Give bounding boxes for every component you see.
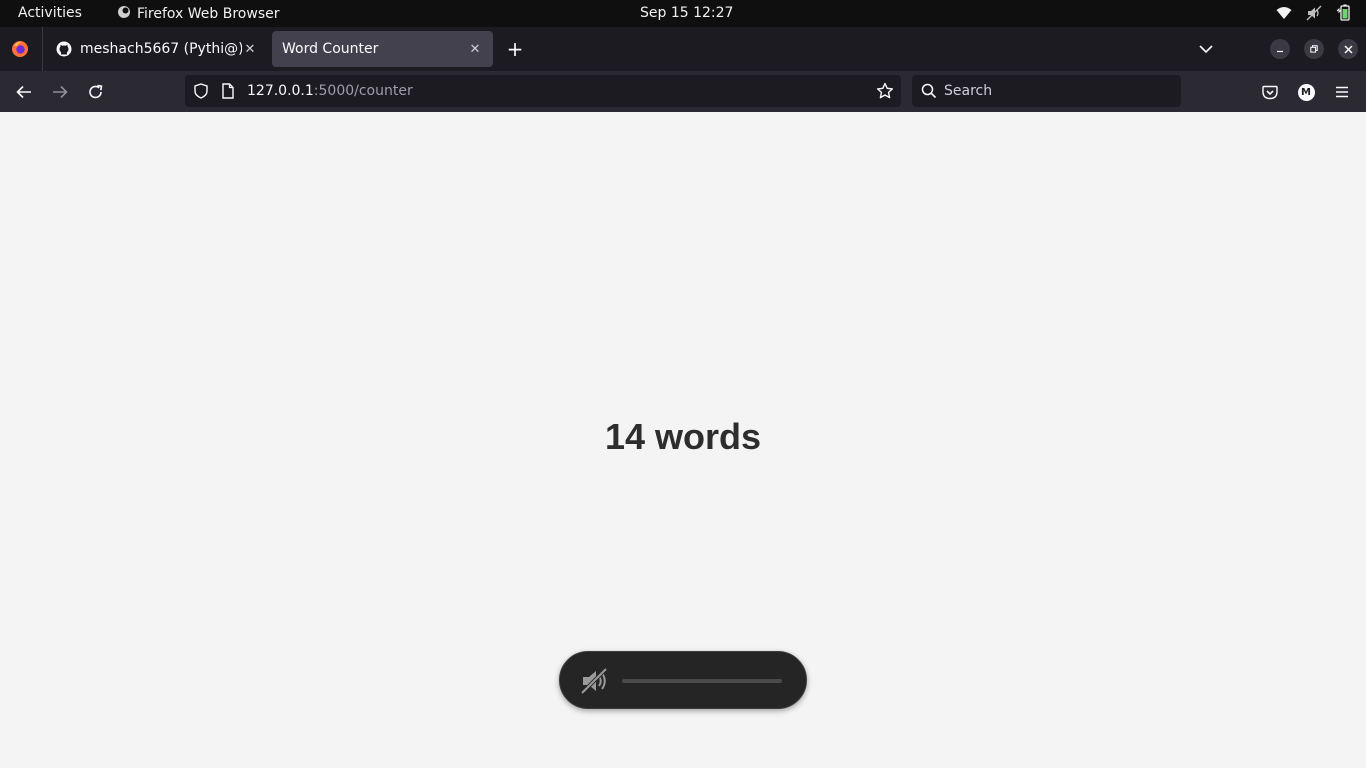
search-bar[interactable]: [912, 75, 1181, 107]
volume-osd: [559, 651, 807, 709]
system-status-area[interactable]: [1276, 4, 1352, 22]
tracking-protection-shield-icon[interactable]: [193, 83, 209, 99]
app-menu[interactable]: Firefox Web Browser: [117, 5, 280, 23]
volume-level-bar: [622, 679, 782, 683]
close-tab-icon[interactable]: ✕: [467, 41, 483, 57]
github-icon: [56, 41, 72, 57]
tab-separator: [42, 27, 43, 71]
speaker-muted-icon: [579, 666, 609, 696]
battery-icon: [1336, 4, 1352, 22]
minimize-window-icon[interactable]: [1270, 39, 1290, 59]
hamburger-menu-icon[interactable]: [1330, 80, 1354, 104]
volume-muted-icon: [1306, 5, 1322, 21]
firefox-app-icon: [117, 5, 131, 23]
tab-title: Word Counter: [282, 41, 379, 57]
tab-github[interactable]: meshach5667 (Pythi@) ✕: [46, 31, 268, 67]
firefox-logo-icon: [12, 41, 28, 57]
forward-arrow-icon[interactable]: [48, 80, 72, 104]
app-name: Firefox Web Browser: [137, 6, 280, 22]
pocket-icon[interactable]: [1258, 80, 1282, 104]
search-input[interactable]: [944, 83, 1164, 99]
list-all-tabs-chevron-icon[interactable]: [1194, 37, 1218, 61]
reload-icon[interactable]: [84, 80, 108, 104]
url-bar[interactable]: 127.0.0.1:5000/counter: [185, 75, 901, 107]
bookmark-star-icon[interactable]: [876, 82, 894, 100]
search-icon: [921, 83, 937, 99]
close-tab-icon[interactable]: ✕: [242, 41, 258, 57]
word-count-text: 14 words: [604, 416, 762, 457]
tab-word-counter[interactable]: Word Counter ✕: [272, 31, 493, 67]
url-path: :5000/counter: [313, 83, 413, 99]
clock[interactable]: Sep 15 12:27: [640, 5, 733, 21]
wifi-icon: [1276, 6, 1292, 20]
url-text[interactable]: 127.0.0.1:5000/counter: [247, 83, 876, 99]
account-initial: M: [1297, 83, 1315, 101]
system-top-bar: Activities Firefox Web Browser Sep 15 12…: [0, 0, 1366, 27]
close-window-icon[interactable]: [1338, 39, 1358, 59]
restore-window-icon[interactable]: [1304, 39, 1324, 59]
tab-strip: meshach5667 (Pythi@) ✕ Word Counter ✕ +: [0, 27, 1366, 71]
tab-title: meshach5667 (Pythi@): [80, 41, 242, 57]
page-info-icon[interactable]: [221, 83, 235, 99]
new-tab-plus-icon[interactable]: +: [503, 37, 527, 61]
firefox-view-button[interactable]: [8, 37, 32, 61]
url-host: 127.0.0.1: [247, 83, 314, 99]
back-arrow-icon[interactable]: [12, 80, 36, 104]
account-avatar[interactable]: M: [1294, 80, 1318, 104]
activities-button[interactable]: Activities: [18, 5, 82, 21]
navigation-toolbar: 127.0.0.1:5000/counter M: [0, 71, 1366, 112]
